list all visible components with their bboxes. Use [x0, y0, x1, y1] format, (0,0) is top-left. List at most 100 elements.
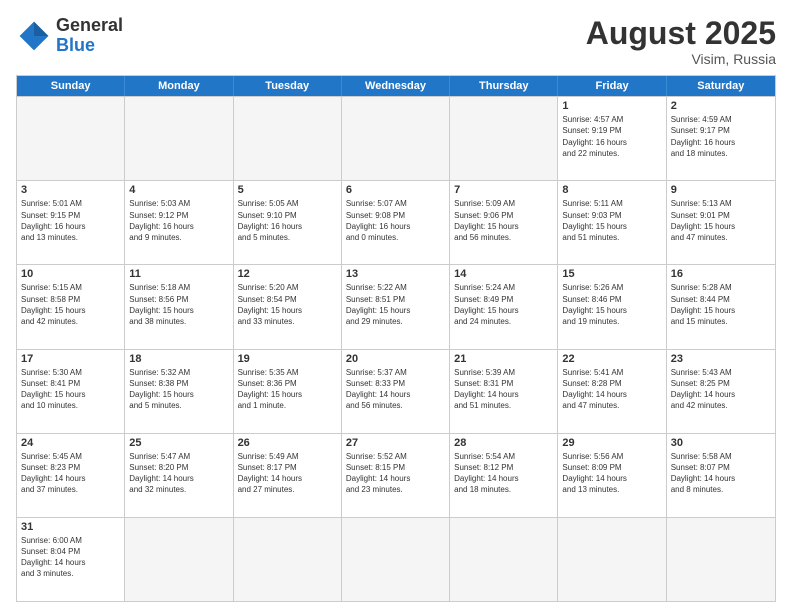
calendar-cell — [558, 518, 666, 601]
day-number: 15 — [562, 268, 661, 280]
day-info: Sunrise: 5:47 AM Sunset: 8:20 PM Dayligh… — [129, 451, 228, 496]
day-number: 1 — [562, 100, 661, 112]
day-number: 11 — [129, 268, 228, 280]
calendar-cell: 9Sunrise: 5:13 AM Sunset: 9:01 PM Daylig… — [667, 181, 775, 264]
weekday-header: Tuesday — [234, 76, 342, 96]
day-number: 30 — [671, 437, 771, 449]
day-number: 17 — [21, 353, 120, 365]
calendar-cell — [342, 97, 450, 180]
day-info: Sunrise: 5:58 AM Sunset: 8:07 PM Dayligh… — [671, 451, 771, 496]
calendar-cell: 16 Sunrise: 5:28 AM Sunset: 8:44 PM Dayli… — [667, 265, 775, 348]
calendar-cell: 22 Sunrise: 5:41 AM Sunset: 8:28 PM Dayli… — [558, 350, 666, 433]
day-info: Sunrise: 6:00 AM Sunset: 8:04 PM Dayligh… — [21, 535, 120, 580]
day-number: 6 — [346, 184, 445, 196]
day-info: Sunrise: 5:43 AM Sunset: 8:25 PM Dayligh… — [671, 367, 771, 412]
day-number: 26 — [238, 437, 337, 449]
day-info: Sunrise: 5:49 AM Sunset: 8:17 PM Dayligh… — [238, 451, 337, 496]
day-number: 27 — [346, 437, 445, 449]
calendar-header: SundayMondayTuesdayWednesdayThursdayFrid… — [17, 76, 775, 96]
calendar-cell — [342, 518, 450, 601]
day-info: Sunrise: 5:24 AM Sunset: 8:49 PM Dayligh… — [454, 282, 553, 327]
day-info: Sunrise: 4:59 AM Sunset: 9:17 PM Dayligh… — [671, 114, 771, 159]
calendar-cell: 27Sunrise: 5:52 AM Sunset: 8:15 PM Dayli… — [342, 434, 450, 517]
calendar-row: 1 Sunrise: 4:57 AM Sunset: 9:19 PM Daylig… — [17, 96, 775, 180]
day-number: 21 — [454, 353, 553, 365]
day-number: 13 — [346, 268, 445, 280]
calendar-cell: 3 Sunrise: 5:01 AM Sunset: 9:15 PM Daylig… — [17, 181, 125, 264]
day-number: 25 — [129, 437, 228, 449]
day-info: Sunrise: 4:57 AM Sunset: 9:19 PM Dayligh… — [562, 114, 661, 159]
calendar-cell: 28Sunrise: 5:54 AM Sunset: 8:12 PM Dayli… — [450, 434, 558, 517]
calendar-cell: 17Sunrise: 5:30 AM Sunset: 8:41 PM Dayli… — [17, 350, 125, 433]
day-number: 5 — [238, 184, 337, 196]
day-info: Sunrise: 5:39 AM Sunset: 8:31 PM Dayligh… — [454, 367, 553, 412]
day-info: Sunrise: 5:35 AM Sunset: 8:36 PM Dayligh… — [238, 367, 337, 412]
calendar-cell: 12 Sunrise: 5:20 AM Sunset: 8:54 PM Dayli… — [234, 265, 342, 348]
calendar-cell: 8Sunrise: 5:11 AM Sunset: 9:03 PM Daylig… — [558, 181, 666, 264]
calendar-cell — [125, 518, 233, 601]
day-info: Sunrise: 5:26 AM Sunset: 8:46 PM Dayligh… — [562, 282, 661, 327]
calendar-cell — [234, 518, 342, 601]
calendar-cell: 1 Sunrise: 4:57 AM Sunset: 9:19 PM Daylig… — [558, 97, 666, 180]
calendar-row: 24Sunrise: 5:45 AM Sunset: 8:23 PM Dayli… — [17, 433, 775, 517]
day-info: Sunrise: 5:11 AM Sunset: 9:03 PM Dayligh… — [562, 198, 661, 243]
day-number: 4 — [129, 184, 228, 196]
calendar-cell: 26 Sunrise: 5:49 AM Sunset: 8:17 PM Dayli… — [234, 434, 342, 517]
calendar-row: 10Sunrise: 5:15 AM Sunset: 8:58 PM Dayli… — [17, 264, 775, 348]
calendar-cell — [450, 518, 558, 601]
logo: General Blue — [16, 16, 123, 56]
calendar-cell: 18Sunrise: 5:32 AM Sunset: 8:38 PM Dayli… — [125, 350, 233, 433]
title-block: August 2025 Visim, Russia — [586, 16, 776, 67]
calendar-cell — [234, 97, 342, 180]
day-info: Sunrise: 5:09 AM Sunset: 9:06 PM Dayligh… — [454, 198, 553, 243]
calendar-cell — [667, 518, 775, 601]
day-number: 16 — [671, 268, 771, 280]
calendar-cell: 20Sunrise: 5:37 AM Sunset: 8:33 PM Dayli… — [342, 350, 450, 433]
calendar: SundayMondayTuesdayWednesdayThursdayFrid… — [16, 75, 776, 602]
day-info: Sunrise: 5:03 AM Sunset: 9:12 PM Dayligh… — [129, 198, 228, 243]
day-info: Sunrise: 5:07 AM Sunset: 9:08 PM Dayligh… — [346, 198, 445, 243]
calendar-cell: 15 Sunrise: 5:26 AM Sunset: 8:46 PM Dayli… — [558, 265, 666, 348]
location: Visim, Russia — [586, 51, 776, 67]
weekday-header: Thursday — [450, 76, 558, 96]
weekday-header: Saturday — [667, 76, 775, 96]
weekday-header: Friday — [558, 76, 666, 96]
day-info: Sunrise: 5:01 AM Sunset: 9:15 PM Dayligh… — [21, 198, 120, 243]
header: General Blue August 2025 Visim, Russia — [16, 16, 776, 67]
calendar-cell — [17, 97, 125, 180]
calendar-cell: 11Sunrise: 5:18 AM Sunset: 8:56 PM Dayli… — [125, 265, 233, 348]
day-number: 3 — [21, 184, 120, 196]
day-number: 18 — [129, 353, 228, 365]
calendar-cell: 6 Sunrise: 5:07 AM Sunset: 9:08 PM Daylig… — [342, 181, 450, 264]
day-info: Sunrise: 5:20 AM Sunset: 8:54 PM Dayligh… — [238, 282, 337, 327]
day-number: 10 — [21, 268, 120, 280]
day-number: 2 — [671, 100, 771, 112]
calendar-cell: 24Sunrise: 5:45 AM Sunset: 8:23 PM Dayli… — [17, 434, 125, 517]
calendar-cell: 4 Sunrise: 5:03 AM Sunset: 9:12 PM Daylig… — [125, 181, 233, 264]
page: General Blue August 2025 Visim, Russia S… — [0, 0, 792, 612]
calendar-cell: 2 Sunrise: 4:59 AM Sunset: 9:17 PM Daylig… — [667, 97, 775, 180]
calendar-cell: 30 Sunrise: 5:58 AM Sunset: 8:07 PM Dayli… — [667, 434, 775, 517]
day-number: 22 — [562, 353, 661, 365]
calendar-cell: 13Sunrise: 5:22 AM Sunset: 8:51 PM Dayli… — [342, 265, 450, 348]
logo-blue: Blue — [56, 36, 123, 56]
calendar-row: 3 Sunrise: 5:01 AM Sunset: 9:15 PM Daylig… — [17, 180, 775, 264]
weekday-header: Wednesday — [342, 76, 450, 96]
day-number: 19 — [238, 353, 337, 365]
day-info: Sunrise: 5:41 AM Sunset: 8:28 PM Dayligh… — [562, 367, 661, 412]
day-number: 14 — [454, 268, 553, 280]
day-info: Sunrise: 5:28 AM Sunset: 8:44 PM Dayligh… — [671, 282, 771, 327]
day-number: 29 — [562, 437, 661, 449]
day-number: 7 — [454, 184, 553, 196]
calendar-cell: 31Sunrise: 6:00 AM Sunset: 8:04 PM Dayli… — [17, 518, 125, 601]
logo-general: General — [56, 16, 123, 36]
calendar-cell: 19 Sunrise: 5:35 AM Sunset: 8:36 PM Dayli… — [234, 350, 342, 433]
calendar-cell: 7 Sunrise: 5:09 AM Sunset: 9:06 PM Daylig… — [450, 181, 558, 264]
calendar-cell: 14 Sunrise: 5:24 AM Sunset: 8:49 PM Dayli… — [450, 265, 558, 348]
day-info: Sunrise: 5:05 AM Sunset: 9:10 PM Dayligh… — [238, 198, 337, 243]
day-number: 12 — [238, 268, 337, 280]
calendar-cell — [450, 97, 558, 180]
day-number: 9 — [671, 184, 771, 196]
day-number: 23 — [671, 353, 771, 365]
calendar-body: 1 Sunrise: 4:57 AM Sunset: 9:19 PM Daylig… — [17, 96, 775, 601]
